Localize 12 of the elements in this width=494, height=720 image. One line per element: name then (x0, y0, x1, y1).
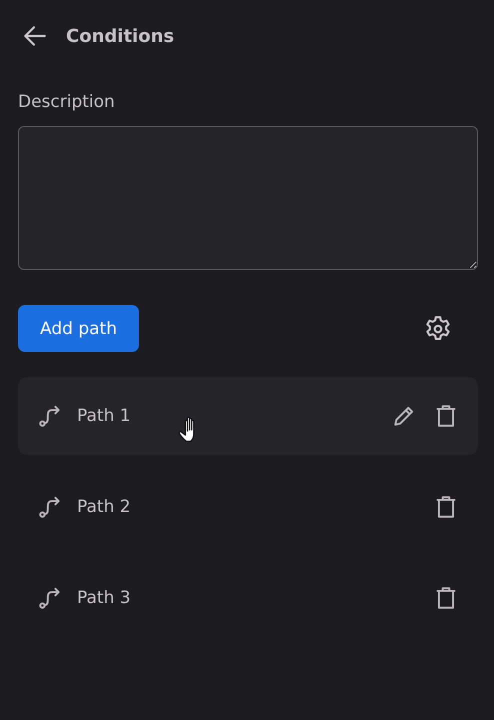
hand-cursor-icon (178, 417, 197, 442)
description-field[interactable] (18, 126, 478, 270)
description-label: Description (18, 92, 115, 112)
add-path-button[interactable]: Add path (18, 305, 139, 352)
path-row[interactable]: Path 3 (18, 559, 478, 637)
path-label: Path 2 (77, 497, 131, 517)
path-row[interactable]: Path 2 (18, 468, 478, 546)
path-label: Path 1 (77, 406, 131, 426)
page-title: Conditions (66, 26, 174, 46)
path-label: Path 3 (77, 588, 131, 608)
path-row[interactable]: Path 1 (18, 377, 478, 455)
back-arrow-icon[interactable] (22, 23, 48, 49)
